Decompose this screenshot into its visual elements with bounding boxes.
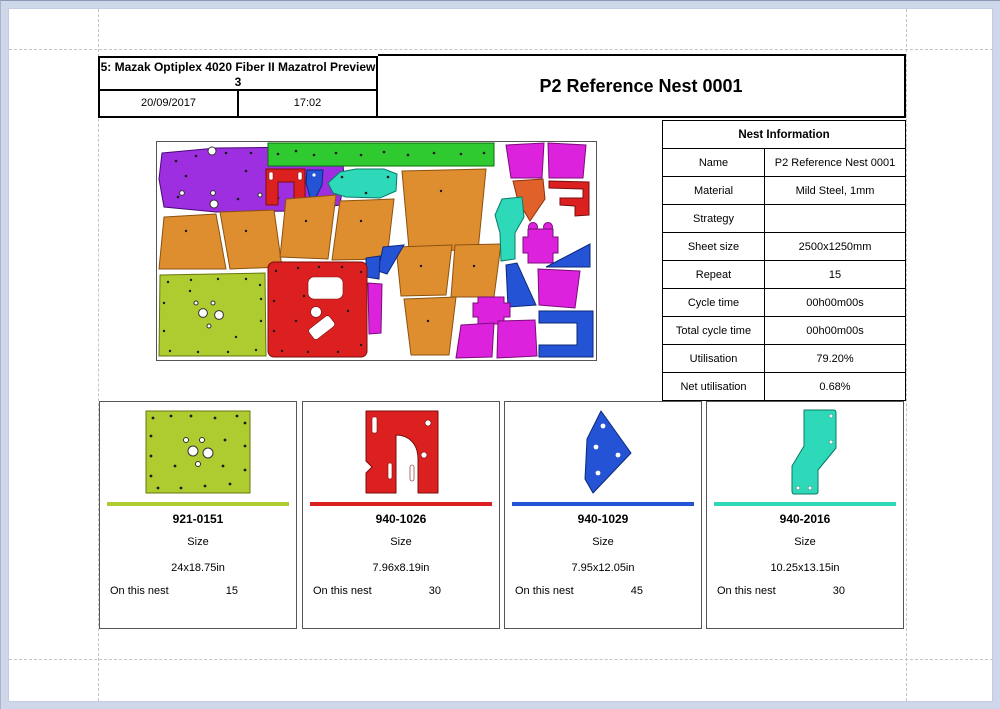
info-label: Material [663, 177, 765, 205]
on-nest-label: On this nest [110, 585, 169, 597]
report-time: 17:02 [239, 91, 376, 118]
on-nest-label: On this nest [717, 585, 776, 597]
on-nest-count: 30 [429, 585, 441, 597]
info-label: Sheet size [663, 233, 765, 261]
report-date: 20/09/2017 [100, 91, 239, 118]
size-value: 7.96x8.19in [303, 562, 499, 574]
part-color-bar [310, 502, 492, 506]
size-label: Size [100, 536, 296, 548]
info-label: Utilisation [663, 345, 765, 373]
info-value: 79.20% [765, 345, 906, 373]
info-value [765, 205, 906, 233]
margin-guide-top [9, 49, 993, 50]
part-thumbnail [707, 404, 903, 500]
part-number: 940-1026 [303, 512, 499, 526]
on-nest-row: On this nest 45 [515, 585, 691, 597]
info-value: 00h00m00s [765, 289, 906, 317]
info-value: P2 Reference Nest 0001 [765, 149, 906, 177]
size-label: Size [303, 536, 499, 548]
info-label: Cycle time [663, 289, 765, 317]
info-value: 15 [765, 261, 906, 289]
size-label: Size [505, 536, 701, 548]
on-nest-row: On this nest 15 [110, 585, 286, 597]
on-nest-row: On this nest 30 [313, 585, 489, 597]
machine-name: 5: Mazak Optiplex 4020 Fiber II Mazatrol… [100, 58, 376, 91]
size-label: Size [707, 536, 903, 548]
part-number: 921-0151 [100, 512, 296, 526]
part-shape-940-1029 [573, 409, 633, 495]
machine-header-box: 5: Mazak Optiplex 4020 Fiber II Mazatrol… [98, 56, 378, 118]
part-number: 940-2016 [707, 512, 903, 526]
info-label: Total cycle time [663, 317, 765, 345]
size-value: 24x18.75in [100, 562, 296, 574]
part-shape-940-2016 [770, 408, 840, 496]
part-thumbnail [505, 404, 701, 500]
info-value: 00h00m00s [765, 317, 906, 345]
on-nest-count: 30 [833, 585, 845, 597]
on-nest-count: 45 [631, 585, 643, 597]
nest-info-title: Nest Information [663, 121, 906, 149]
part-thumbnail [303, 404, 499, 500]
part-shape-940-1026 [358, 407, 444, 497]
part-thumbnail [100, 404, 296, 500]
on-nest-count: 15 [226, 585, 238, 597]
part-card: 921-0151 Size 24x18.75in On this nest 15 [99, 401, 297, 629]
part-color-bar [512, 502, 694, 506]
info-value: 2500x1250mm [765, 233, 906, 261]
part-color-bar [107, 502, 289, 506]
nest-sheet-drawing [156, 141, 597, 361]
info-value: Mild Steel, 1mm [765, 177, 906, 205]
size-value: 10.25x13.15in [707, 562, 903, 574]
on-nest-label: On this nest [313, 585, 372, 597]
nest-preview-graphic [156, 141, 597, 361]
info-label: Net utilisation [663, 373, 765, 401]
info-value: 0.68% [765, 373, 906, 401]
on-nest-row: On this nest 30 [717, 585, 893, 597]
part-card: 940-1026 Size 7.96x8.19in On this nest 3… [302, 401, 500, 629]
info-label: Repeat [663, 261, 765, 289]
part-card: 940-2016 Size 10.25x13.15in On this nest… [706, 401, 904, 629]
report-title: P2 Reference Nest 0001 [378, 54, 906, 118]
part-shape-921-0151 [145, 410, 251, 494]
nest-information-table: Nest Information NameP2 Reference Nest 0… [662, 120, 906, 401]
print-preview-window: 5: Mazak Optiplex 4020 Fiber II Mazatrol… [0, 0, 1000, 709]
part-color-bar [714, 502, 896, 506]
part-card: 940-1029 Size 7.95x12.05in On this nest … [504, 401, 702, 629]
margin-guide-right [906, 9, 907, 701]
part-number: 940-1029 [505, 512, 701, 526]
on-nest-label: On this nest [515, 585, 574, 597]
size-value: 7.95x12.05in [505, 562, 701, 574]
info-label: Name [663, 149, 765, 177]
info-label: Strategy [663, 205, 765, 233]
margin-guide-bottom [9, 659, 993, 660]
